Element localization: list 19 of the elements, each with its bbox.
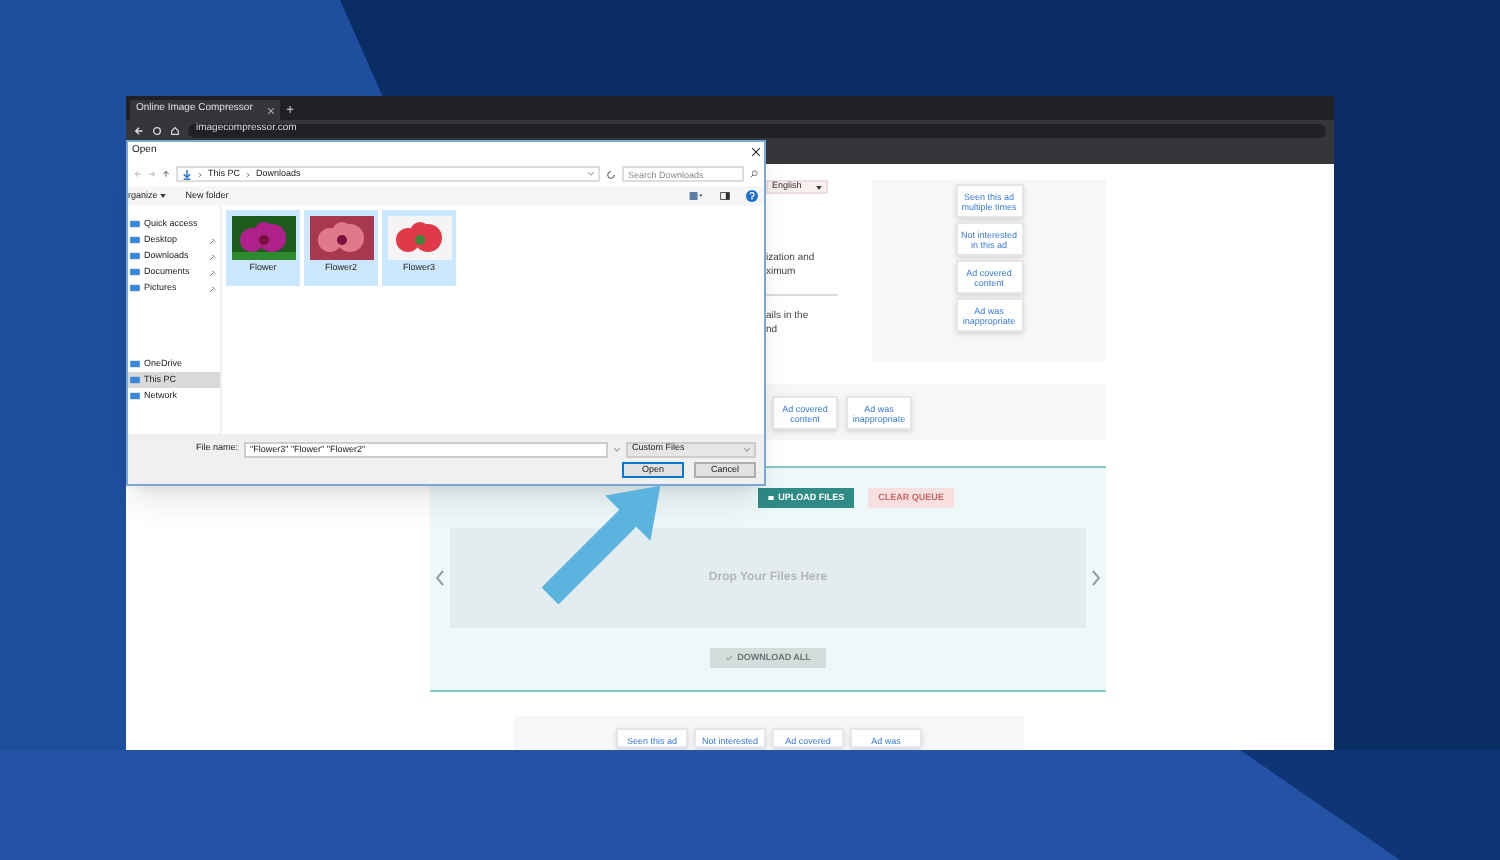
preview-pane-icon[interactable] xyxy=(720,192,730,200)
caret-icon xyxy=(744,447,750,451)
caret-icon xyxy=(159,194,166,198)
home-icon[interactable] xyxy=(170,125,180,135)
close-icon[interactable] xyxy=(752,148,760,156)
reload-icon[interactable] xyxy=(152,125,162,135)
chevron-right-icon xyxy=(246,171,251,177)
download-icon xyxy=(182,169,192,179)
help-icon[interactable] xyxy=(746,190,758,202)
chevron-left-icon[interactable] xyxy=(436,570,444,586)
refresh-icon[interactable] xyxy=(606,169,616,179)
chevron-right-icon[interactable] xyxy=(1092,570,1100,586)
close-icon[interactable] xyxy=(268,107,274,113)
caret-icon xyxy=(614,447,620,451)
caret-icon xyxy=(816,185,822,189)
view-icon[interactable] xyxy=(688,192,704,200)
up-icon[interactable] xyxy=(162,170,170,178)
caret-icon xyxy=(588,172,594,176)
search-icon xyxy=(750,170,758,178)
